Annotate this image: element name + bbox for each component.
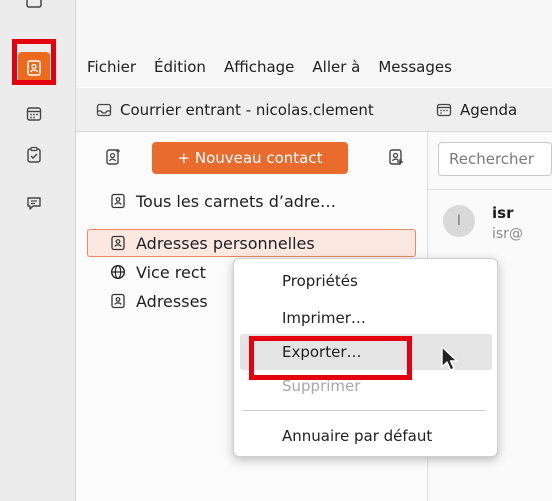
contact-name[interactable]: isr — [492, 204, 513, 222]
highlight-box-export — [249, 336, 412, 380]
menu-separator — [242, 410, 486, 411]
contact-email: isr@ — [492, 226, 523, 242]
addressbook-label: Vice rect — [136, 262, 206, 282]
chat-space-button[interactable] — [18, 187, 50, 219]
menu-item-default-directory[interactable]: Annuaire par défaut — [282, 427, 432, 445]
addressbook-adresses[interactable]: Adresses — [110, 288, 208, 314]
menu-aller-a[interactable]: Aller à — [312, 58, 360, 76]
new-list-icon[interactable] — [387, 148, 405, 166]
addressbook-all[interactable]: Tous les carnets d’adre… — [110, 188, 336, 214]
menu-fichier[interactable]: Fichier — [87, 58, 136, 76]
menubar: Fichier Édition Affichage Aller à Messag… — [76, 47, 552, 87]
addressbook-label: Adresses personnelles — [136, 233, 315, 253]
addressbook-personal[interactable]: Adresses personnelles — [110, 230, 315, 256]
divider — [428, 189, 552, 190]
new-addressbook-icon[interactable] — [104, 148, 122, 166]
globe-icon — [110, 264, 126, 280]
mouse-cursor-icon — [441, 346, 458, 371]
tab-inbox[interactable]: Courrier entrant - nicolas.clement — [96, 101, 418, 119]
avatar: I — [443, 205, 475, 237]
menu-item-print[interactable]: Imprimer… — [282, 309, 366, 327]
addressbook-vice-rect[interactable]: Vice rect — [110, 259, 206, 285]
menu-edition[interactable]: Édition — [154, 58, 206, 76]
calendar-space-button[interactable] — [18, 98, 50, 130]
mail-space-icon[interactable] — [18, 0, 50, 18]
inbox-icon — [96, 103, 112, 116]
title-strip — [76, 0, 552, 47]
addressbook-label: Adresses — [136, 291, 208, 311]
tab-agenda-label: Agenda — [460, 100, 518, 119]
addressbook-label: Tous les carnets d’adre… — [136, 191, 336, 211]
new-contact-button[interactable]: + Nouveau contact — [152, 142, 348, 174]
calendar-icon — [26, 107, 42, 121]
menu-affichage[interactable]: Affichage — [224, 58, 294, 76]
menu-item-properties[interactable]: Propriétés — [282, 272, 358, 290]
chat-icon — [27, 197, 41, 210]
tab-inbox-label: Courrier entrant - nicolas.clement — [120, 100, 374, 119]
menu-messages[interactable]: Messages — [378, 58, 452, 76]
tab-agenda[interactable]: Agenda — [436, 101, 517, 119]
calendar-icon — [436, 103, 452, 116]
tasks-space-button[interactable] — [18, 139, 50, 171]
tasks-icon — [27, 146, 41, 163]
highlight-box-address-book — [12, 39, 56, 85]
tab-bar: Courrier entrant - nicolas.clement Agend… — [76, 88, 552, 132]
address-book-icon — [111, 293, 125, 309]
search-input[interactable]: Rechercher — [438, 142, 552, 176]
address-book-icon — [111, 193, 125, 209]
address-book-icon — [111, 235, 125, 251]
